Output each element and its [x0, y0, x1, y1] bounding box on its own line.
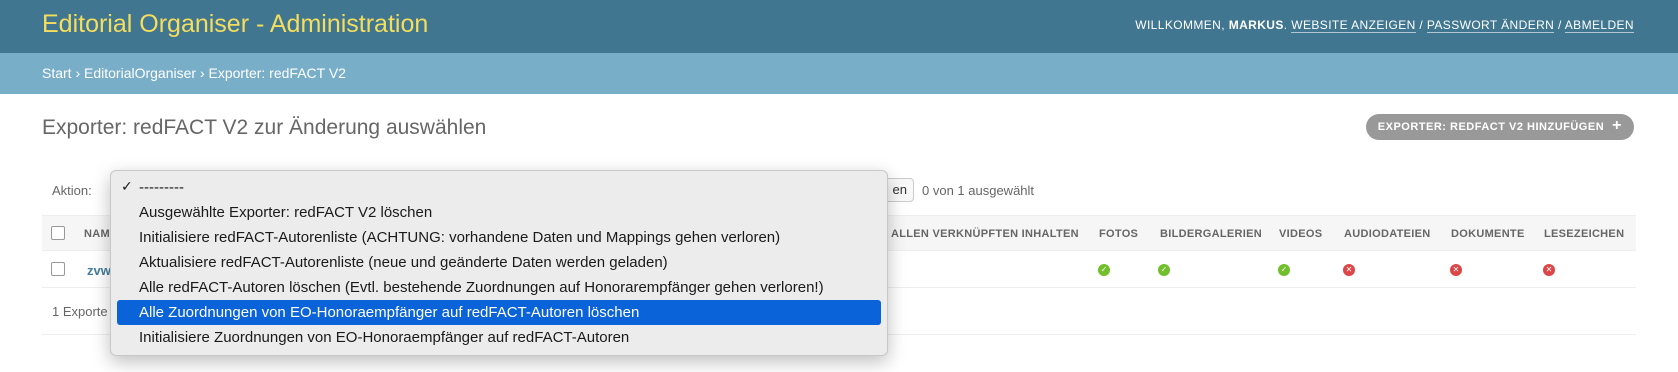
option-label: Initialisiere Zuordnungen von EO-Honorae… [139, 329, 630, 346]
site-branding[interactable]: Editorial Organiser - Administration [42, 10, 428, 39]
select-all-checkbox[interactable] [51, 226, 65, 240]
column-header-name[interactable]: NAM [84, 228, 110, 240]
column-header-videos[interactable]: VIDEOS [1279, 228, 1322, 240]
option-label: Aktualisiere redFACT-Autorenliste (neue … [139, 254, 668, 271]
add-exporter-button[interactable]: EXPORTER: REDFACT V2 HINZUFÜGEN + [1365, 114, 1634, 140]
checkmark-icon: ✓ [121, 179, 133, 195]
row-name-link[interactable]: zvw [87, 263, 111, 278]
action-option-delete-mappings[interactable]: Alle Zuordnungen von EO-Honoraempfänger … [117, 300, 881, 325]
action-option-blank[interactable]: ✓ --------- [117, 175, 881, 200]
selection-counter: 0 von 1 ausgewählt [922, 183, 1035, 198]
videos-flag-icon: ✓ [1278, 264, 1290, 276]
welcome-text: WILLKOMMEN, [1135, 18, 1225, 32]
breadcrumb-text[interactable]: Start › EditorialOrganiser › Exporter: r… [42, 65, 346, 81]
page-title: Exporter: redFACT V2 zur Änderung auswäh… [42, 116, 487, 139]
photos-flag-icon: ✓ [1098, 264, 1110, 276]
logout-link[interactable]: ABMELDEN [1564, 18, 1634, 33]
audio-flag-icon: ✕ [1343, 264, 1355, 276]
option-label: Ausgewählte Exporter: redFACT V2 löschen [139, 204, 433, 221]
column-header-galleries[interactable]: BILDERGALERIEN [1160, 228, 1262, 240]
result-count: 1 Exporte [52, 304, 108, 319]
action-label: Aktion: [52, 183, 92, 198]
username: MARKUS [1228, 18, 1284, 32]
column-header-audio[interactable]: AUDIODATEIEN [1344, 228, 1431, 240]
column-header-photos[interactable]: FOTOS [1099, 228, 1138, 240]
bookmarks-flag-icon: ✕ [1543, 264, 1555, 276]
action-option-init-mappings[interactable]: Initialisiere Zuordnungen von EO-Honorae… [117, 325, 881, 350]
plus-icon: + [1612, 117, 1622, 134]
option-label: Alle Zuordnungen von EO-Honoraempfänger … [139, 304, 640, 321]
column-header-documents[interactable]: DOKUMENTE [1451, 228, 1525, 240]
option-label: --------- [139, 179, 184, 196]
row-checkbox[interactable] [51, 262, 65, 276]
galleries-flag-icon: ✓ [1158, 264, 1170, 276]
column-header-bookmarks[interactable]: LESEZEICHEN [1544, 228, 1624, 240]
site-header: Editorial Organiser - Administration WIL… [0, 0, 1678, 53]
action-option-init-authors[interactable]: Initialisiere redFACT-Autorenliste (ACHT… [117, 225, 881, 250]
option-label: Initialisiere redFACT-Autorenliste (ACHT… [139, 229, 781, 246]
change-password-link[interactable]: PASSWORT ÄNDERN [1426, 18, 1555, 33]
breadcrumb: Start › EditorialOrganiser › Exporter: r… [0, 53, 1678, 94]
column-header-linked-content[interactable]: ALLEN VERKNÜPFTEN INHALTEN [891, 228, 1079, 240]
action-option-update-authors[interactable]: Aktualisiere redFACT-Autorenliste (neue … [117, 250, 881, 275]
action-option-delete-selected[interactable]: Ausgewählte Exporter: redFACT V2 löschen [117, 200, 881, 225]
view-site-link[interactable]: WEBSITE ANZEIGEN [1291, 18, 1416, 33]
documents-flag-icon: ✕ [1450, 264, 1462, 276]
action-dropdown-menu[interactable]: ✓ --------- Ausgewählte Exporter: redFACT… [110, 170, 888, 356]
user-tools: WILLKOMMEN, MARKUS. WEBSITE ANZEIGEN / P… [1135, 18, 1634, 33]
option-label: Alle redFACT-Autoren löschen (Evtl. best… [139, 279, 824, 296]
add-exporter-label: EXPORTER: REDFACT V2 HINZUFÜGEN [1377, 121, 1605, 133]
action-option-delete-authors[interactable]: Alle redFACT-Autoren löschen (Evtl. best… [117, 275, 881, 300]
